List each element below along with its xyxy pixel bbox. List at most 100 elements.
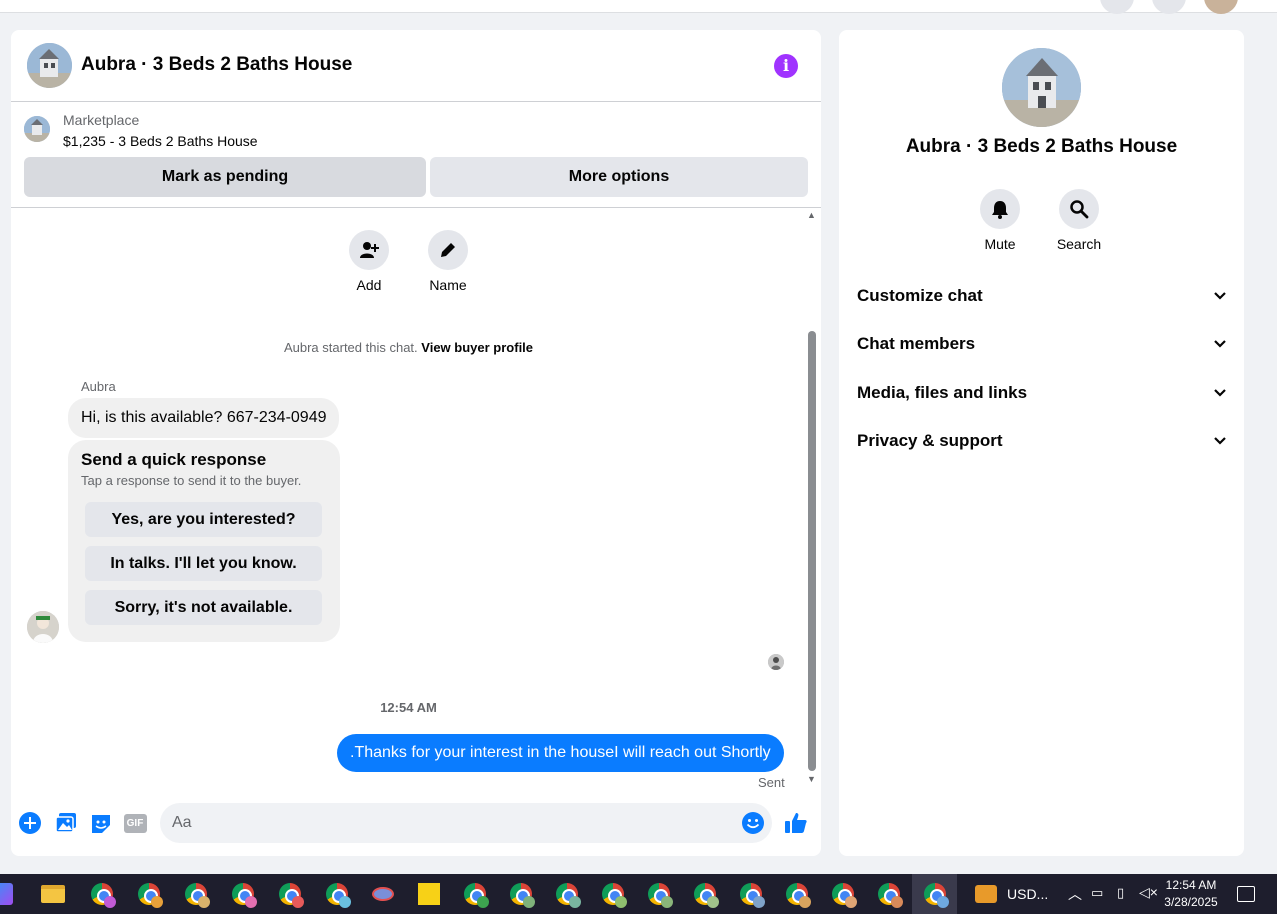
section-label: Customize chat <box>857 286 983 305</box>
top-navigation-bar <box>0 0 1277 14</box>
quick-response-card: Send a quick response Tap a response to … <box>68 440 340 642</box>
emoji-icon[interactable] <box>741 811 765 835</box>
gif-label: GIF <box>123 813 147 833</box>
snipping-tool-icon[interactable] <box>369 880 397 908</box>
volume-muted-icon[interactable]: ◁× <box>1139 884 1158 901</box>
message-input-wrapper <box>160 803 772 843</box>
nav-button[interactable] <box>1100 0 1134 14</box>
chrome-icon[interactable] <box>507 880 535 908</box>
listing-thumbnail[interactable] <box>24 116 50 142</box>
network-icon[interactable]: ▭ <box>1091 885 1103 901</box>
chrome-icon[interactable] <box>461 880 489 908</box>
message-input[interactable] <box>172 803 732 843</box>
scroll-down-icon[interactable]: ▼ <box>807 774 816 784</box>
chevron-down-icon <box>1214 340 1226 348</box>
windows-taskbar: USD... ︿ ▭ ▯ ◁× 12:54 AM 3/28/2025 <box>0 874 1277 914</box>
chrome-icon[interactable] <box>875 880 903 908</box>
taskbar-clock[interactable]: 12:54 AM 3/28/2025 <box>1160 877 1222 911</box>
currency-widget-icon[interactable] <box>972 880 1000 908</box>
battery-icon[interactable]: ▯ <box>1117 885 1124 901</box>
message-composer: GIF <box>11 799 821 849</box>
chrome-icon[interactable] <box>691 880 719 908</box>
chevron-down-icon <box>1214 389 1226 397</box>
sticky-notes-icon[interactable] <box>415 880 443 908</box>
chat-members-section[interactable]: Chat members <box>857 329 1227 359</box>
chat-title[interactable]: Aubra · 3 Beds 2 Baths House <box>81 54 352 76</box>
chrome-icon[interactable] <box>88 880 116 908</box>
add-people-action[interactable]: Add <box>339 230 399 293</box>
pencil-icon[interactable] <box>428 230 468 270</box>
listing-avatar[interactable] <box>27 43 72 88</box>
chrome-icon[interactable] <box>829 880 857 908</box>
section-label: Privacy & support <box>857 431 1003 450</box>
like-icon[interactable] <box>784 811 808 835</box>
chrome-icon[interactable] <box>599 880 627 908</box>
outgoing-message[interactable]: .Thanks for your interest in the houseI … <box>337 734 784 772</box>
bell-icon[interactable] <box>980 189 1020 229</box>
search-icon[interactable] <box>1059 189 1099 229</box>
chrome-icon[interactable] <box>783 880 811 908</box>
chrome-icon[interactable] <box>323 880 351 908</box>
currency-widget-text[interactable]: USD... <box>1007 886 1048 902</box>
notification-icon[interactable] <box>1232 880 1260 908</box>
chrome-icon[interactable] <box>229 880 257 908</box>
marketplace-listing: Marketplace $1,235 - 3 Beds 2 Baths Hous… <box>11 102 821 208</box>
chat-started-notice: Aubra started this chat. View buyer prof… <box>11 340 806 355</box>
conversation-avatar[interactable] <box>1002 48 1081 127</box>
add-label: Add <box>356 277 382 293</box>
file-explorer-icon[interactable] <box>39 880 67 908</box>
chevron-down-icon <box>1214 437 1226 445</box>
listing-price[interactable]: $1,235 - 3 Beds 2 Baths House <box>63 133 258 149</box>
info-icon[interactable]: i <box>774 54 798 78</box>
sticker-icon[interactable] <box>89 811 113 835</box>
clock-date: 3/28/2025 <box>1164 895 1218 909</box>
plus-icon[interactable] <box>18 811 42 835</box>
chrome-icon[interactable] <box>553 880 581 908</box>
scroll-thumb[interactable] <box>808 331 816 771</box>
name-label: Name <box>429 277 467 293</box>
chevron-down-icon <box>1214 292 1226 300</box>
start-icon[interactable] <box>0 880 18 908</box>
photo-icon[interactable] <box>54 811 78 835</box>
section-label: Chat members <box>857 334 976 353</box>
chat-panel: Aubra · 3 Beds 2 Baths House i Marketpla… <box>11 30 821 856</box>
message-list: Add Name Aubra started this chat. View b… <box>11 209 821 790</box>
search-label: Search <box>1056 236 1102 252</box>
chrome-icon[interactable] <box>276 880 304 908</box>
add-person-icon[interactable] <box>349 230 389 270</box>
customize-chat-section[interactable]: Customize chat <box>857 281 1227 311</box>
chat-header: Aubra · 3 Beds 2 Baths House i <box>11 30 821 102</box>
chrome-icon[interactable] <box>135 880 163 908</box>
started-text: Aubra started this chat. <box>283 340 418 355</box>
chrome-icon[interactable] <box>737 880 765 908</box>
privacy-support-section[interactable]: Privacy & support <box>857 426 1227 456</box>
incoming-message[interactable]: Hi, is this available? 667-234-0949 <box>68 398 340 438</box>
name-action[interactable]: Name <box>418 230 478 293</box>
more-options-button[interactable]: More options <box>430 157 808 197</box>
view-buyer-profile-link[interactable]: View buyer profile <box>421 340 533 355</box>
chevron-up-icon[interactable]: ︿ <box>1068 884 1082 904</box>
sender-avatar[interactable] <box>27 611 59 643</box>
profile-avatar[interactable] <box>1204 0 1238 14</box>
media-files-links-section[interactable]: Media, files and links <box>857 378 1227 408</box>
chrome-icon[interactable] <box>921 880 949 908</box>
section-label: Media, files and links <box>857 383 1028 402</box>
chrome-icon[interactable] <box>182 880 210 908</box>
message-timestamp: 12:54 AM <box>380 700 437 715</box>
mark-pending-button[interactable]: Mark as pending <box>24 157 426 197</box>
gif-icon[interactable]: GIF <box>123 811 147 835</box>
quick-response-option[interactable]: Yes, are you interested? <box>85 502 322 537</box>
chrome-icon[interactable] <box>645 880 673 908</box>
search-action[interactable]: Search <box>1044 189 1114 252</box>
mute-action[interactable]: Mute <box>965 189 1035 252</box>
quick-response-title: Send a quick response <box>81 450 267 469</box>
quick-response-option[interactable]: Sorry, it's not available. <box>85 590 322 625</box>
seen-indicator-avatar <box>768 654 784 670</box>
message-scrollbar[interactable]: ▲ ▼ <box>806 210 818 784</box>
quick-response-option[interactable]: In talks. I'll let you know. <box>85 546 322 581</box>
scroll-up-icon[interactable]: ▲ <box>807 210 816 220</box>
sender-name: Aubra <box>81 379 116 394</box>
marketplace-label: Marketplace <box>63 112 140 128</box>
clock-time: 12:54 AM <box>1165 878 1217 892</box>
nav-button[interactable] <box>1152 0 1186 14</box>
